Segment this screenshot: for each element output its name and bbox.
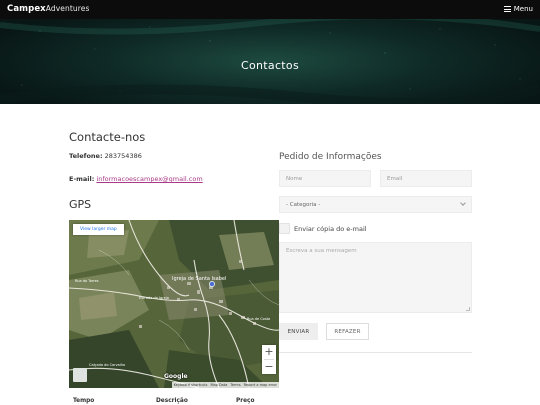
map-zoom-controls: + − bbox=[262, 345, 276, 374]
copy-email-row: Enviar cópia do e-mail bbox=[279, 223, 367, 234]
table-header-descricao: Descrição bbox=[156, 398, 188, 404]
embedded-map[interactable]: Igreja de Santa Isabel Rua do Torres Est… bbox=[69, 220, 279, 388]
message-placeholder: Escreva a sua mensagem bbox=[286, 248, 357, 254]
brand-logo[interactable]: CampexAdventures bbox=[7, 4, 89, 14]
zoom-in-button[interactable]: + bbox=[262, 345, 276, 359]
email-label: E-mail: bbox=[69, 175, 95, 183]
hamburger-icon bbox=[503, 6, 511, 13]
table-header-preco: Preço bbox=[236, 398, 255, 404]
contact-heading: Contacte-nos bbox=[69, 130, 146, 144]
copy-email-label: Enviar cópia do e-mail bbox=[294, 224, 367, 233]
reset-button[interactable]: REFAZER bbox=[326, 323, 369, 340]
email-field[interactable]: Email bbox=[380, 170, 472, 187]
map-attribution: Keyboard shortcuts Map Data Terms Report… bbox=[171, 382, 279, 388]
view-larger-map-link[interactable]: View larger map bbox=[73, 224, 124, 235]
name-field[interactable]: Nome bbox=[279, 170, 371, 187]
form-divider bbox=[279, 352, 472, 353]
menu-label: Menu bbox=[513, 5, 533, 13]
resize-grip-icon[interactable] bbox=[466, 307, 470, 311]
copy-email-checkbox[interactable] bbox=[279, 223, 290, 234]
category-select[interactable]: - Categoria - bbox=[279, 196, 472, 213]
phone-value: 283754386 bbox=[104, 152, 142, 160]
email-link[interactable]: informacoescampex@gmail.com bbox=[96, 175, 202, 183]
category-selected-value: - Categoria - bbox=[286, 201, 321, 208]
message-field[interactable]: Escreva a sua mensagem bbox=[279, 242, 472, 313]
road-label-2: Estrada da Igreja bbox=[139, 296, 169, 300]
place-label: Igreja de Santa Isabel bbox=[172, 276, 226, 282]
keyboard-shortcuts-link[interactable]: Keyboard shortcuts bbox=[174, 383, 208, 387]
brand-name-bold: Campex bbox=[7, 4, 46, 14]
report-error-link[interactable]: Report a map error bbox=[244, 383, 277, 387]
menu-button[interactable]: Menu bbox=[503, 5, 533, 13]
gps-heading: GPS bbox=[69, 198, 92, 211]
email-line: E-mail: informacoescampex@gmail.com bbox=[69, 175, 203, 183]
chevron-down-icon bbox=[460, 200, 466, 206]
hero-banner: Contactos bbox=[0, 19, 540, 104]
map-data-link[interactable]: Map Data bbox=[210, 383, 227, 387]
phone-label: Telefone: bbox=[69, 152, 103, 160]
google-logo: Google bbox=[164, 373, 188, 380]
brand-name-rest: Adventures bbox=[45, 4, 90, 13]
page-title: Contactos bbox=[241, 59, 299, 72]
road-label-4: Calçada do Carvalho bbox=[89, 363, 125, 367]
road-label-1: Rua do Torres bbox=[75, 279, 99, 283]
road-label-3: Rua de Costa bbox=[247, 317, 270, 321]
zoom-out-button[interactable]: − bbox=[262, 360, 276, 374]
phone-line: Telefone: 283754386 bbox=[69, 152, 142, 160]
terms-link[interactable]: Terms bbox=[230, 383, 240, 387]
form-heading: Pedido de Informações bbox=[279, 152, 382, 162]
submit-button[interactable]: ENVIAR bbox=[279, 323, 318, 340]
table-header-tempo: Tempo bbox=[73, 398, 95, 404]
satellite-map-image: Igreja de Santa Isabel Rua do Torres Est… bbox=[69, 220, 279, 388]
top-navbar: CampexAdventures Menu bbox=[0, 0, 540, 19]
street-view-pegman-icon[interactable] bbox=[73, 368, 87, 382]
